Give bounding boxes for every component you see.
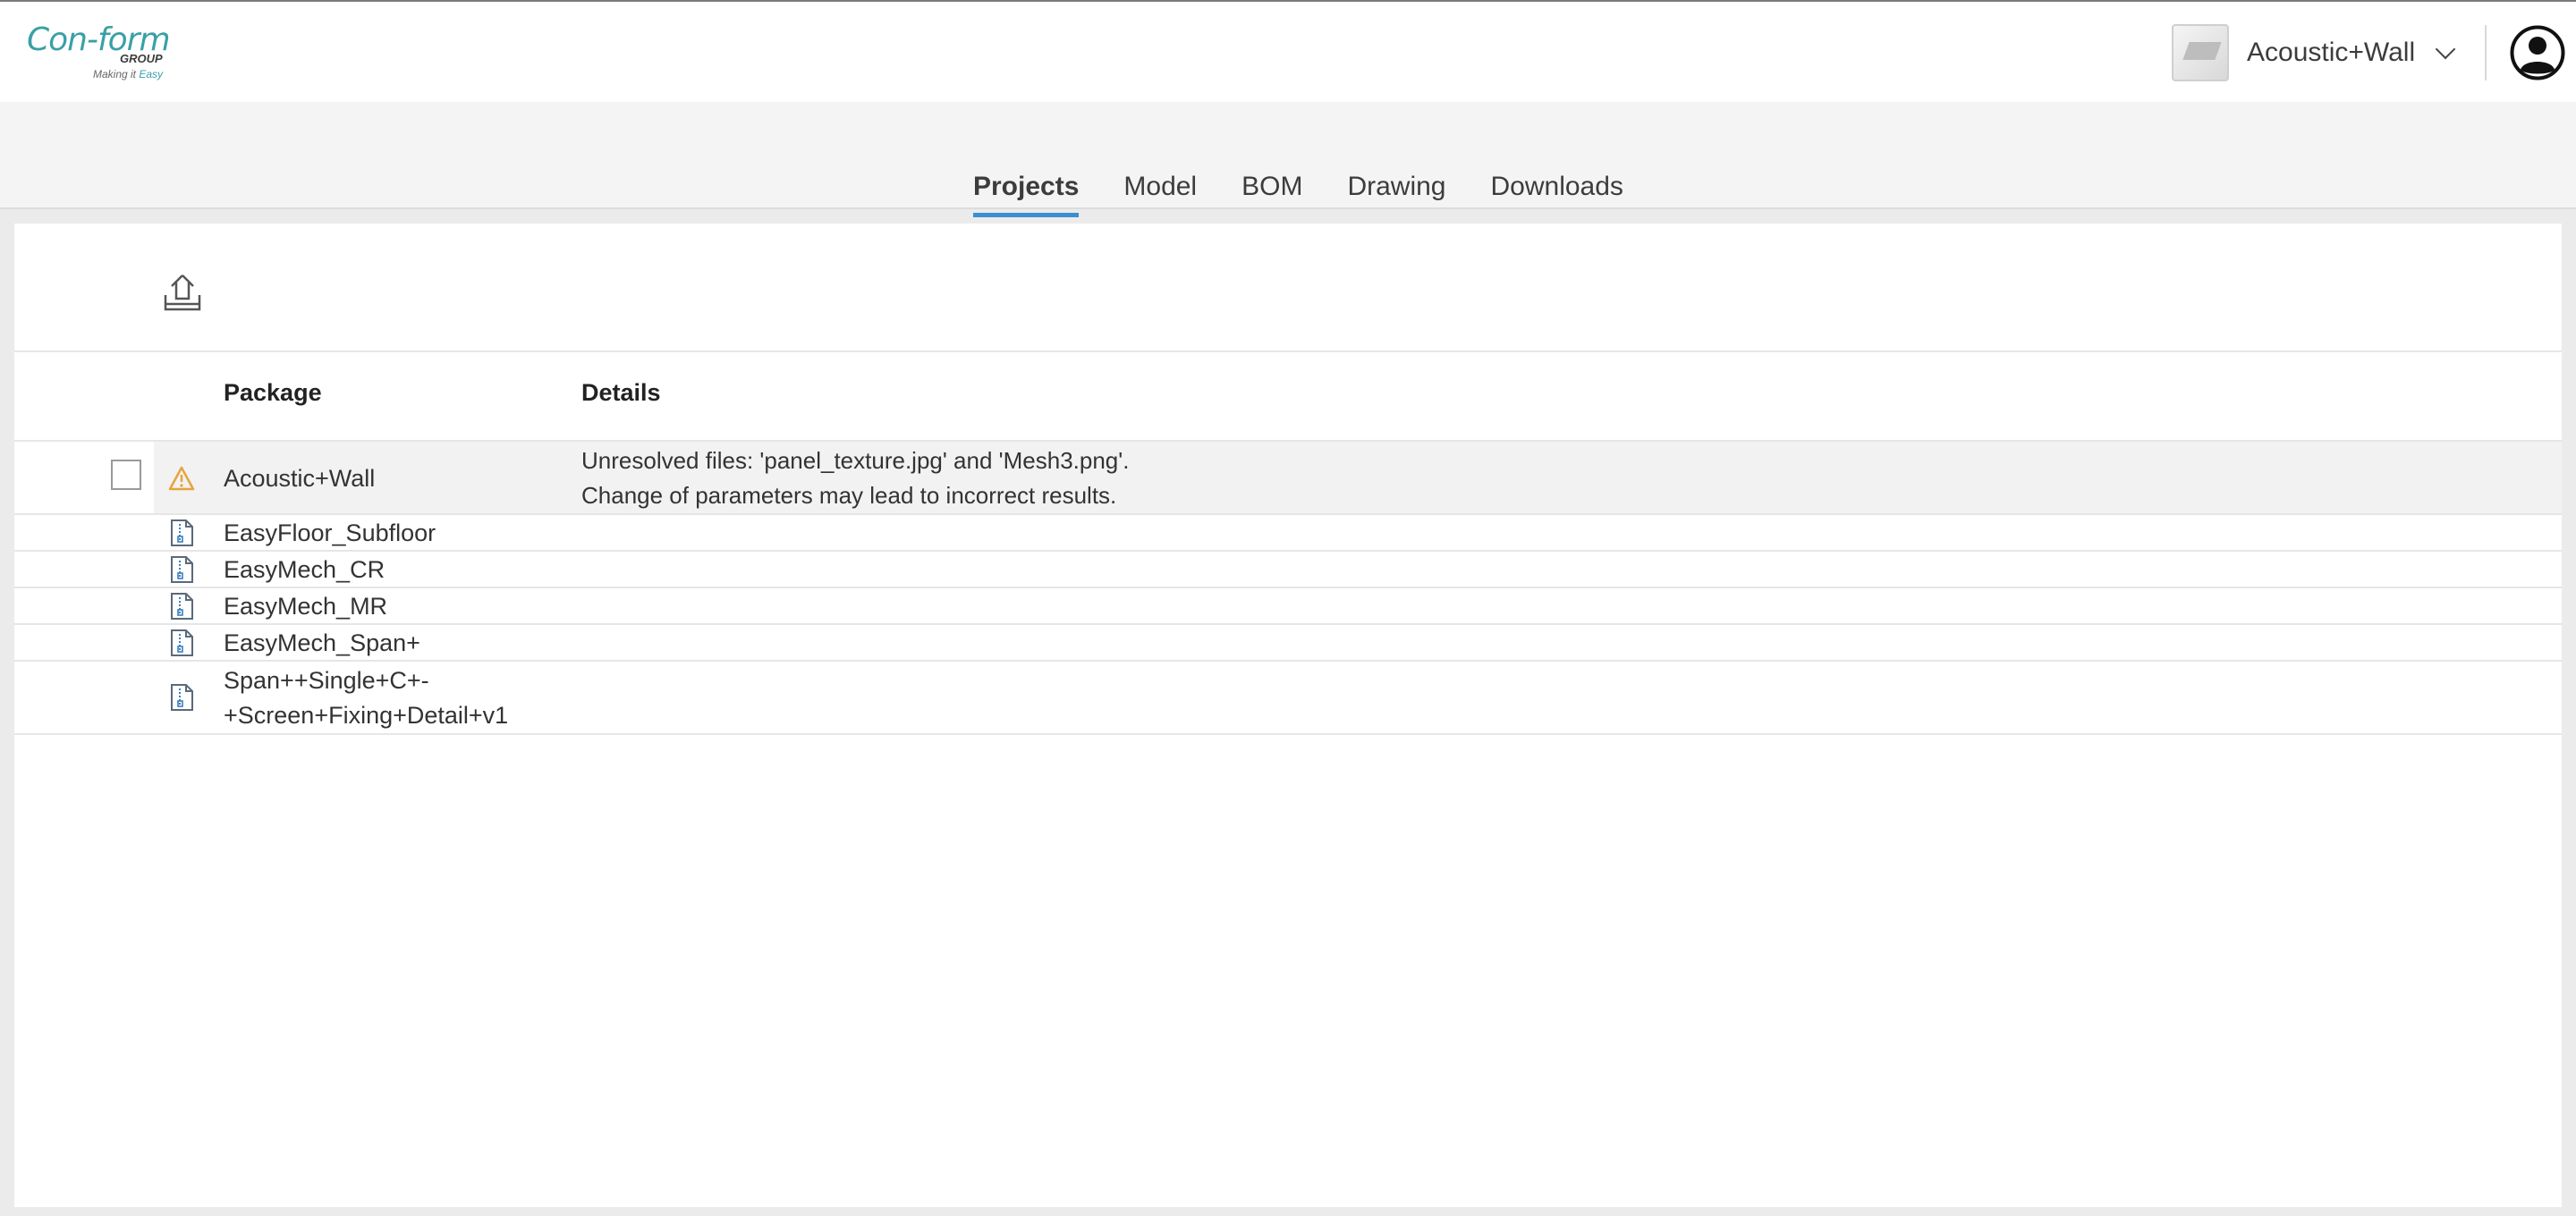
header-divider <box>2485 25 2487 80</box>
logo-tagline: Making it Easy <box>93 68 163 80</box>
table-row[interactable]: Span++Single+C+- +Screen+Fixing+Detail+v… <box>14 662 2562 735</box>
row-checkbox-cell <box>14 442 154 513</box>
projects-toolbar <box>14 224 2562 352</box>
package-name: EasyMech_Span+ <box>224 629 420 656</box>
logo-group-text: GROUP <box>120 52 163 65</box>
warning-icon <box>168 465 195 494</box>
package-name: EasyMech_CR <box>224 556 386 583</box>
tab-bom[interactable]: BOM <box>1241 157 1302 217</box>
row-checkbox[interactable] <box>111 460 141 490</box>
table-row[interactable]: EasyMech_MR <box>14 588 2562 625</box>
package-details-line1: Unresolved files: 'panel_texture.jpg' an… <box>581 447 1130 474</box>
tab-model[interactable]: Model <box>1123 157 1197 217</box>
tab-projects[interactable]: Projects <box>973 157 1080 217</box>
package-name: Acoustic+Wall <box>224 465 376 492</box>
project-thumbnail <box>2172 24 2229 81</box>
package-name: EasyMech_MR <box>224 593 388 620</box>
user-avatar-icon[interactable] <box>2510 25 2565 80</box>
package-name-line1: Span++Single+C+- <box>224 667 429 694</box>
tab-downloads[interactable]: Downloads <box>1491 157 1623 217</box>
zip-file-icon <box>168 555 195 584</box>
project-selector[interactable]: Acoustic+Wall <box>2172 24 2456 81</box>
zip-file-icon <box>168 683 195 712</box>
upload-icon[interactable] <box>163 272 202 313</box>
table-header: Package Details <box>14 352 2562 442</box>
logo-tagline-prefix: Making it <box>93 68 140 80</box>
tab-drawing[interactable]: Drawing <box>1347 157 1445 217</box>
zip-file-icon <box>168 519 195 547</box>
app-header: Con-form GROUP Making it Easy Acoustic+W… <box>0 0 2576 102</box>
zip-file-icon <box>168 629 195 657</box>
table-row[interactable]: EasyMech_CR <box>14 552 2562 588</box>
table-row[interactable]: EasyMech_Span+ <box>14 625 2562 662</box>
chevron-down-icon <box>2435 38 2456 60</box>
projects-panel: Package Details Acoustic+Wall Unresolved… <box>14 224 2562 1207</box>
table-row[interactable]: Acoustic+Wall Unresolved files: 'panel_t… <box>14 442 2562 515</box>
tab-bar: Projects Model BOM Drawing Downloads <box>0 102 2576 217</box>
package-name-line2: +Screen+Fixing+Detail+v1 <box>224 702 509 729</box>
conform-logo[interactable]: Con-form GROUP Making it Easy <box>27 21 179 84</box>
logo-tagline-accent: Easy <box>139 68 164 80</box>
zip-file-icon <box>168 592 195 621</box>
main-tabs: Projects Model BOM Drawing Downloads <box>973 157 1668 217</box>
column-header-package[interactable]: Package <box>224 379 322 407</box>
package-details-line2: Change of parameters may lead to incorre… <box>581 482 1117 509</box>
project-selector-name: Acoustic+Wall <box>2247 38 2416 67</box>
package-name: EasyFloor_Subfloor <box>224 519 436 546</box>
table-row[interactable]: EasyFloor_Subfloor <box>14 515 2562 552</box>
column-header-details[interactable]: Details <box>581 379 661 407</box>
